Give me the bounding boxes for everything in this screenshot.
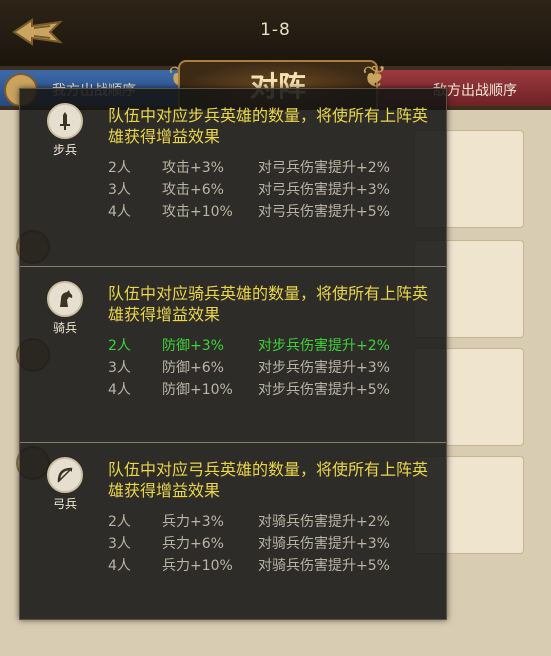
bonus-damage: 对弓兵伤害提升+3% — [258, 182, 390, 198]
bonus-damage: 对弓兵伤害提升+2% — [258, 160, 390, 176]
horse-icon — [47, 281, 83, 317]
archer-section: 弓兵 队伍中对应弓兵英雄的数量，将使所有上阵英雄获得增益效果 2人 兵力+3% 对骑… — [20, 442, 446, 619]
bonus-damage: 对骑兵伤害提升+3% — [258, 536, 390, 552]
bonus-damage: 对步兵伤害提升+5% — [258, 382, 390, 398]
cavalry-section: 骑兵 队伍中对应骑兵英雄的数量，将使所有上阵英雄获得增益效果 2人 防御+3% 对步… — [20, 266, 446, 443]
bonus-stat: 兵力+10% — [162, 558, 233, 574]
bonus-damage: 对骑兵伤害提升+5% — [258, 558, 390, 574]
bonus-count: 3人 — [108, 360, 131, 376]
stage-title: 1-8 — [260, 20, 291, 40]
bonus-count: 4人 — [108, 558, 131, 574]
archer-badge: 弓兵 — [45, 457, 85, 511]
bonus-row: 4人 兵力+10% 对骑兵伤害提升+5% — [108, 555, 390, 577]
bonus-row-active: 2人 防御+3% 对步兵伤害提升+2% — [108, 335, 390, 357]
bonus-row: 3人 攻击+6% 对弓兵伤害提升+3% — [108, 179, 390, 201]
archer-label: 弓兵 — [52, 497, 77, 511]
bonus-count: 2人 — [108, 160, 131, 176]
infantry-label: 步兵 — [52, 143, 77, 157]
cavalry-label: 骑兵 — [52, 321, 77, 335]
infantry-section: 步兵 队伍中对应步兵英雄的数量，将使所有上阵英雄获得增益效果 2人 攻击+3% 对弓… — [20, 89, 446, 265]
bonus-stat: 防御+3% — [162, 338, 224, 354]
bonus-row: 3人 防御+6% 对步兵伤害提升+3% — [108, 357, 390, 379]
bonus-count: 4人 — [108, 382, 131, 398]
bonus-row: 2人 攻击+3% 对弓兵伤害提升+2% — [108, 157, 390, 179]
infantry-badge: 步兵 — [45, 103, 85, 157]
bonus-stat: 攻击+6% — [162, 182, 224, 198]
bonus-count: 3人 — [108, 182, 131, 198]
cavalry-badge: 骑兵 — [45, 281, 85, 335]
infantry-description: 队伍中对应步兵英雄的数量，将使所有上阵英雄获得增益效果 — [108, 106, 429, 146]
bonus-stat: 兵力+3% — [162, 514, 224, 530]
archer-description: 队伍中对应弓兵英雄的数量，将使所有上阵英雄获得增益效果 — [108, 460, 429, 500]
bonus-stat: 防御+10% — [162, 382, 233, 398]
bonus-row: 3人 兵力+6% 对骑兵伤害提升+3% — [108, 533, 390, 555]
bonus-stat: 防御+6% — [162, 360, 224, 376]
bonus-stat: 兵力+6% — [162, 536, 224, 552]
bow-icon — [47, 457, 83, 493]
troop-bonus-tooltip: 步兵 队伍中对应步兵英雄的数量，将使所有上阵英雄获得增益效果 2人 攻击+3% 对弓… — [19, 88, 447, 620]
top-bar: 1-8 — [0, 0, 551, 68]
bonus-count: 2人 — [108, 514, 131, 530]
bonus-count: 2人 — [108, 338, 131, 354]
sword-icon — [47, 103, 83, 139]
bonus-count: 3人 — [108, 536, 131, 552]
infantry-bonus-list: 2人 攻击+3% 对弓兵伤害提升+2% 3人 攻击+6% 对弓兵伤害提升+3% 4人 攻击… — [108, 157, 390, 223]
bonus-row: 4人 攻击+10% 对弓兵伤害提升+5% — [108, 201, 390, 223]
bonus-stat: 攻击+10% — [162, 204, 233, 220]
bonus-damage: 对步兵伤害提升+3% — [258, 360, 390, 376]
bonus-damage: 对步兵伤害提升+2% — [258, 338, 390, 354]
cavalry-description: 队伍中对应骑兵英雄的数量，将使所有上阵英雄获得增益效果 — [108, 284, 429, 324]
cavalry-bonus-list: 2人 防御+3% 对步兵伤害提升+2% 3人 防御+6% 对步兵伤害提升+3% 4人 防御… — [108, 335, 390, 401]
bonus-damage: 对弓兵伤害提升+5% — [258, 204, 390, 220]
bonus-stat: 攻击+3% — [162, 160, 224, 176]
archer-bonus-list: 2人 兵力+3% 对骑兵伤害提升+2% 3人 兵力+6% 对骑兵伤害提升+3% 4人 兵力… — [108, 511, 390, 577]
bonus-count: 4人 — [108, 204, 131, 220]
bonus-row: 4人 防御+10% 对步兵伤害提升+5% — [108, 379, 390, 401]
bonus-damage: 对骑兵伤害提升+2% — [258, 514, 390, 530]
bonus-row: 2人 兵力+3% 对骑兵伤害提升+2% — [108, 511, 390, 533]
